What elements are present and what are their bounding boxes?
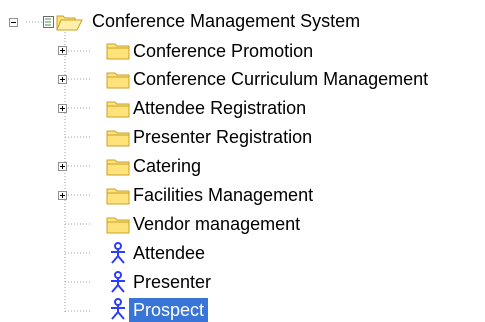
folder-icon [106, 101, 130, 118]
root-node-label[interactable]: Conference Management System [88, 9, 364, 33]
folder-icon [106, 72, 130, 89]
tree-item-conference-curriculum-management[interactable]: Conference Curriculum Management [129, 67, 432, 91]
tree-item-presenter-registration[interactable]: Presenter Registration [129, 125, 316, 149]
tree-item-vendor-management[interactable]: Vendor management [129, 212, 304, 236]
tree-item-conference-promotion[interactable]: Conference Promotion [129, 39, 317, 63]
folder-icon [106, 43, 130, 60]
expand-toggle-catering[interactable] [58, 162, 67, 171]
actor-icon [111, 271, 125, 293]
tree-item-prospect[interactable]: Prospect [129, 298, 209, 322]
tree-item-facilities-management[interactable]: Facilities Management [129, 183, 317, 207]
actor-icon [111, 298, 125, 320]
expand-toggle-facilities-management[interactable] [58, 191, 67, 200]
expand-toggle-conference-promotion[interactable] [58, 46, 67, 55]
expand-toggle-conference-curriculum-management[interactable] [58, 75, 67, 84]
tree-item-catering[interactable]: Catering [129, 154, 205, 178]
tree-item-attendee[interactable]: Attendee [129, 241, 209, 265]
root-collapse-toggle[interactable] [9, 18, 18, 27]
folder-icon [106, 130, 130, 147]
actor-icon [111, 242, 125, 264]
folder-icon [106, 159, 130, 176]
folder-icon [106, 217, 130, 234]
tree-view[interactable]: Conference Management System Conference … [0, 0, 485, 322]
tree-item-presenter[interactable]: Presenter [129, 270, 215, 294]
folder-icon [106, 188, 130, 205]
open-folder-icon [43, 15, 83, 31]
tree-item-attendee-registration[interactable]: Attendee Registration [129, 96, 310, 120]
expand-toggle-attendee-registration[interactable] [58, 104, 67, 113]
